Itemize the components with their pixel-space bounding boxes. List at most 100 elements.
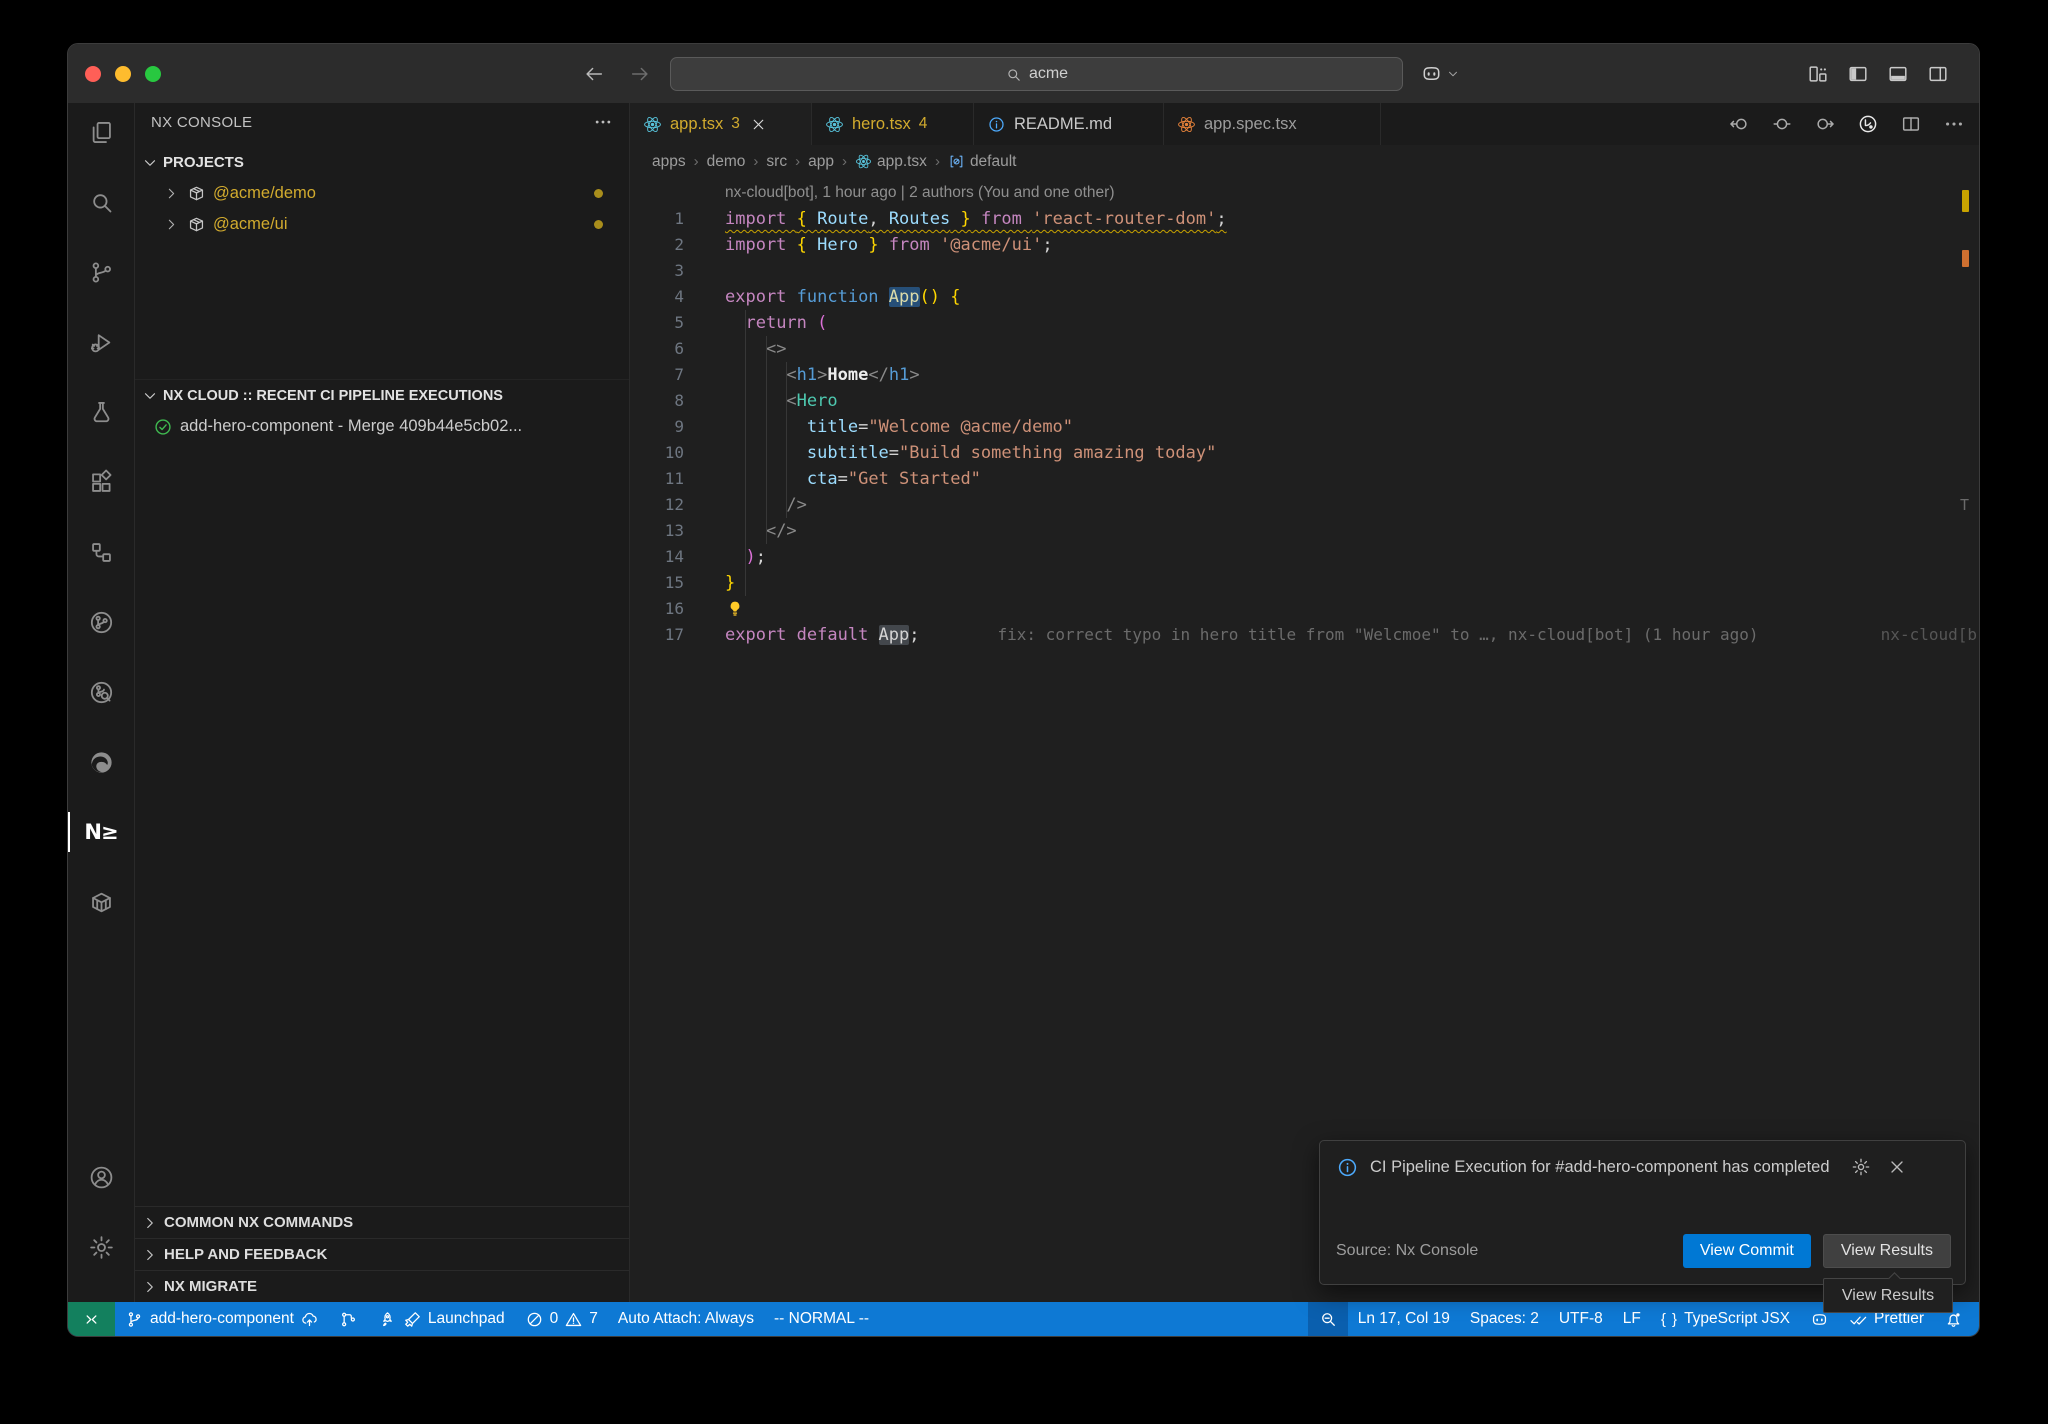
remote-indicator[interactable] (68, 1302, 115, 1336)
encoding-status[interactable]: UTF-8 (1549, 1302, 1613, 1336)
notification-settings-icon[interactable] (1851, 1157, 1871, 1177)
breadcrumb-item[interactable]: src (766, 153, 787, 171)
nav-forward-edit-icon[interactable] (1814, 113, 1836, 135)
nav-back-edit-icon[interactable] (1728, 113, 1750, 135)
code-line[interactable]: 9 title="Welcome @acme/demo" (630, 414, 1979, 440)
project-item-demo[interactable]: @acme/demo (135, 178, 629, 209)
close-icon[interactable] (1887, 1157, 1907, 1177)
code-line[interactable]: 17export default App;fix: correct typo i… (630, 622, 1979, 648)
line-number: 10 (630, 440, 684, 466)
code-line[interactable]: 5 return ( (630, 310, 1979, 336)
toggle-secondary-sidebar-icon[interactable] (1927, 63, 1949, 85)
breadcrumb-item[interactable]: app (808, 153, 834, 171)
pipeline-item[interactable]: add-hero-component - Merge 409b44e5cb02.… (135, 411, 629, 442)
activity-nx-console[interactable]: N≥ (75, 806, 127, 858)
nav-location-icon[interactable] (1771, 113, 1793, 135)
indentation-status[interactable]: Spaces: 2 (1460, 1302, 1549, 1336)
code-line[interactable]: 12 /> (630, 492, 1979, 518)
code-line[interactable]: 14 ); (630, 544, 1979, 570)
chevron-right-icon[interactable] (163, 216, 180, 233)
close-window-button[interactable] (85, 66, 101, 82)
activity-source-control[interactable] (75, 246, 127, 298)
split-editor-icon[interactable] (1900, 113, 1922, 135)
more-actions-icon[interactable] (593, 112, 613, 132)
language-status[interactable]: { } TypeScript JSX (1651, 1302, 1800, 1336)
code-line[interactable]: 7 <h1>Home</h1> (630, 362, 1979, 388)
activity-explorer[interactable] (75, 106, 127, 158)
code-line[interactable]: 11 cta="Get Started" (630, 466, 1979, 492)
tab-hero-tsx[interactable]: hero.tsx 4 (812, 103, 974, 145)
tab-readme-md[interactable]: README.md (974, 103, 1164, 145)
auto-attach-label: Auto Attach: Always (618, 1310, 754, 1328)
tab-app-tsx[interactable]: app.tsx 3 (630, 103, 812, 145)
lightbulb-icon[interactable] (725, 599, 745, 619)
section-common-nx-commands[interactable]: COMMON NX COMMANDS (135, 1206, 629, 1238)
toggle-panel-icon[interactable] (1887, 63, 1909, 85)
accounts-button[interactable] (75, 1151, 127, 1203)
activity-gitlens-inspect[interactable] (75, 666, 127, 718)
breadcrumb-item[interactable]: apps (652, 153, 686, 171)
activity-project-graph[interactable] (75, 526, 127, 578)
cloud-section-header[interactable]: NX CLOUD :: RECENT CI PIPELINE EXECUTION… (135, 380, 629, 411)
projects-section-header[interactable]: PROJECTS (135, 147, 629, 178)
nx-console-sidebar: NX CONSOLE PROJECTS @acme/demo (135, 103, 630, 1302)
chevron-right-icon[interactable] (163, 185, 180, 202)
zoom-status[interactable] (1308, 1302, 1348, 1336)
vim-mode-status[interactable]: -- NORMAL -- (764, 1302, 879, 1336)
code-line[interactable]: 15} (630, 570, 1979, 596)
line-number: 9 (630, 414, 684, 440)
tab-app-spec-tsx[interactable]: app.spec.tsx (1164, 103, 1381, 145)
activity-testing[interactable] (75, 386, 127, 438)
code-line[interactable]: 8 <Hero (630, 388, 1979, 414)
section-help-feedback[interactable]: HELP AND FEEDBACK (135, 1238, 629, 1270)
cursor-position-status[interactable]: Ln 17, Col 19 (1348, 1302, 1460, 1336)
search-icon (88, 189, 115, 216)
activity-gitlens[interactable] (75, 596, 127, 648)
minimize-window-button[interactable] (115, 66, 131, 82)
breadcrumb-item-file[interactable]: app.tsx (855, 153, 927, 171)
maximize-window-button[interactable] (145, 66, 161, 82)
code-line[interactable]: 16 (630, 596, 1979, 622)
forward-icon[interactable] (629, 63, 651, 85)
code-line[interactable]: 1import { Route, Routes } from 'react-ro… (630, 206, 1979, 232)
customize-layout-icon[interactable] (1807, 63, 1829, 85)
run-icon[interactable] (1857, 113, 1879, 135)
tab-problem-badge: 3 (731, 115, 740, 133)
sidebar-bottom-sections: COMMON NX COMMANDS HELP AND FEEDBACK NX … (135, 1206, 629, 1302)
activity-search[interactable] (75, 176, 127, 228)
activity-containers[interactable] (75, 876, 127, 928)
code-line[interactable]: 3 (630, 258, 1979, 284)
info-icon (1336, 1156, 1359, 1179)
activity-extensions[interactable] (75, 456, 127, 508)
git-branch-status[interactable]: add-hero-component (115, 1302, 329, 1336)
code-line[interactable]: 13 </> (630, 518, 1979, 544)
search-value: acme (1029, 65, 1068, 83)
code-line[interactable]: 10 subtitle="Build something amazing tod… (630, 440, 1979, 466)
toggle-sidebar-icon[interactable] (1847, 63, 1869, 85)
eol-status[interactable]: LF (1613, 1302, 1651, 1336)
launchpad-button[interactable]: Launchpad (368, 1302, 515, 1336)
more-actions-icon[interactable] (1943, 113, 1965, 135)
copilot-menu[interactable] (1420, 62, 1460, 85)
settings-button[interactable] (75, 1221, 127, 1273)
line-number: 11 (630, 466, 684, 492)
command-center-search[interactable]: acme (670, 57, 1403, 91)
breadcrumb-item-symbol[interactable]: default (948, 153, 1017, 171)
git-graph-button[interactable] (329, 1302, 368, 1336)
project-item-ui[interactable]: @acme/ui (135, 209, 629, 240)
code-line[interactable]: 4export function App() { (630, 284, 1979, 310)
code-area[interactable]: nx-cloud[bot], 1 hour ago | 2 authors (Y… (630, 178, 1979, 1302)
auto-attach-status[interactable]: Auto Attach: Always (608, 1302, 764, 1336)
code-line[interactable]: 2import { Hero } from '@acme/ui'; (630, 232, 1979, 258)
problems-status[interactable]: 0 7 (515, 1302, 608, 1336)
section-nx-migrate[interactable]: NX MIGRATE (135, 1270, 629, 1302)
view-commit-button[interactable]: View Commit (1683, 1234, 1811, 1268)
close-icon[interactable] (750, 116, 767, 133)
code-line[interactable]: 6 <> (630, 336, 1979, 362)
view-results-button[interactable]: View Results (1823, 1234, 1951, 1268)
activity-edge-tools[interactable] (75, 736, 127, 788)
line-number: 4 (630, 284, 684, 310)
activity-run-debug[interactable] (75, 316, 127, 368)
back-icon[interactable] (583, 63, 605, 85)
breadcrumb-item[interactable]: demo (707, 153, 746, 171)
